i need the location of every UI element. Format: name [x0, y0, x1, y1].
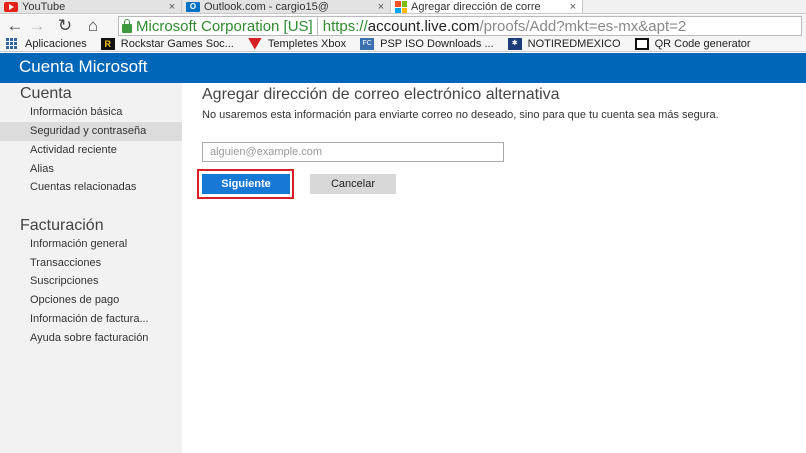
- bookmark-label: Aplicaciones: [25, 37, 87, 50]
- tab-strip: YouTube × O Outlook.com - cargio15@ × Ag…: [0, 0, 806, 14]
- microsoft-icon: [395, 1, 407, 13]
- tab-label: YouTube: [22, 1, 66, 13]
- sidebar-heading-cuenta: Cuenta: [20, 85, 72, 102]
- bookmark-apps[interactable]: Aplicaciones: [0, 38, 87, 50]
- main-content: Agregar dirección de correo electrónico …: [182, 83, 806, 453]
- bookmark-label: Rockstar Games Soc...: [120, 37, 234, 50]
- bookmark-label: Templetes Xbox: [267, 37, 347, 50]
- url-host: account.live.com: [367, 17, 480, 35]
- address-bar[interactable]: Microsoft Corporation [US] https://accou…: [118, 16, 802, 36]
- ev-certificate-badge[interactable]: Microsoft Corporation [US]: [119, 17, 318, 35]
- youtube-icon: [4, 2, 18, 12]
- sidebar-item-opciones-de-pago[interactable]: Opciones de pago: [0, 291, 182, 310]
- close-icon[interactable]: ×: [166, 1, 178, 13]
- page-description: No usaremos esta información para enviar…: [202, 109, 719, 121]
- email-input[interactable]: [202, 142, 504, 162]
- site-header: Cuenta Microsoft: [0, 53, 806, 83]
- sidebar-item-seguridad[interactable]: Seguridad y contraseña: [0, 122, 182, 141]
- tab-youtube[interactable]: YouTube ×: [0, 0, 182, 13]
- sidebar-item-transacciones[interactable]: Transacciones: [0, 254, 182, 273]
- sidebar-item-suscripciones[interactable]: Suscripciones: [0, 272, 182, 291]
- reload-icon[interactable]: ↻: [54, 16, 76, 36]
- ev-label: Microsoft Corporation [US]: [136, 17, 313, 35]
- bookmark-rockstar[interactable]: R Rockstar Games Soc...: [100, 37, 234, 50]
- sidebar-item-alias[interactable]: Alias: [0, 160, 182, 179]
- next-button[interactable]: Siguiente: [202, 174, 290, 194]
- psp-icon: FC: [360, 37, 375, 50]
- bookmarks-bar: Aplicaciones R Rockstar Games Soc... Tem…: [0, 36, 806, 52]
- bookmark-qr[interactable]: QR Code generator: [634, 37, 751, 50]
- apps-grid-icon: [6, 38, 17, 49]
- back-arrow-icon[interactable]: ←: [4, 16, 26, 36]
- bookmark-psp[interactable]: FC PSP ISO Downloads ...: [360, 37, 494, 50]
- sidebar-item-informacion-general[interactable]: Información general: [0, 235, 182, 254]
- cancel-button[interactable]: Cancelar: [310, 174, 396, 194]
- browser-toolbar: ← → ↻ ⌂ Microsoft Corporation [US] https…: [0, 15, 806, 36]
- close-icon[interactable]: ×: [375, 1, 387, 13]
- qr-icon: [634, 37, 649, 50]
- sidebar-item-informacion-basica[interactable]: Información básica: [0, 103, 182, 122]
- url-scheme: https://: [322, 17, 368, 35]
- notiredmexico-icon: ✱: [507, 37, 522, 50]
- sidebar-item-informacion-factura[interactable]: Información de factura...: [0, 310, 182, 329]
- forward-arrow-icon[interactable]: →: [26, 16, 48, 36]
- tab-label: Outlook.com - cargio15@: [204, 1, 329, 13]
- bookmark-label: NOTIREDMEXICO: [527, 37, 621, 50]
- sidebar-item-ayuda-facturacion[interactable]: Ayuda sobre facturación: [0, 329, 182, 348]
- page-title: Agregar dirección de correo electrónico …: [202, 86, 560, 103]
- outlook-icon: O: [186, 2, 200, 12]
- bookmark-templetes[interactable]: Templetes Xbox: [247, 37, 347, 50]
- rockstar-icon: R: [100, 37, 115, 50]
- tab-label: Agregar dirección de corre: [411, 1, 541, 13]
- url-text[interactable]: https://account.live.com/proofs/Add?mkt=…: [318, 18, 687, 35]
- tab-agregar[interactable]: Agregar dirección de corre ×: [391, 0, 583, 13]
- bookmark-notiredmexico[interactable]: ✱ NOTIREDMEXICO: [507, 37, 621, 50]
- site-title[interactable]: Cuenta Microsoft: [19, 57, 148, 77]
- url-path: /proofs/Add?mkt=es-mx&apt=2: [479, 17, 687, 35]
- templetes-icon: [247, 37, 262, 50]
- bookmark-label: PSP ISO Downloads ...: [380, 37, 494, 50]
- lock-icon: [122, 18, 132, 33]
- home-icon[interactable]: ⌂: [82, 16, 104, 36]
- bookmark-label: QR Code generator: [654, 37, 751, 50]
- sidebar-item-actividad-reciente[interactable]: Actividad reciente: [0, 141, 182, 160]
- sidebar-heading-facturacion: Facturación: [20, 217, 104, 234]
- sidebar: Cuenta Información básica Seguridad y co…: [0, 83, 182, 453]
- tab-outlook[interactable]: O Outlook.com - cargio15@ ×: [182, 0, 391, 13]
- sidebar-item-cuentas-relacionadas[interactable]: Cuentas relacionadas: [0, 178, 182, 197]
- close-icon[interactable]: ×: [567, 1, 579, 13]
